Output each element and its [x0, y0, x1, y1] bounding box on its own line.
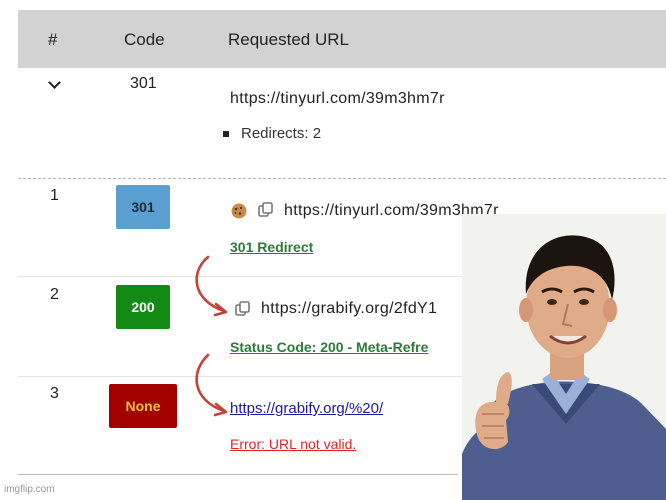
row-index: 3	[50, 385, 59, 402]
chevron-down-icon[interactable]	[48, 76, 61, 89]
summary-url: https://tinyurl.com/39m3hm7r	[230, 90, 445, 107]
row-url[interactable]: https://grabify.org/2fdY1	[261, 300, 437, 318]
column-header-code: Code	[124, 30, 165, 49]
table-bottom-border	[18, 474, 458, 475]
redirect-arrow-icon	[195, 255, 228, 317]
thumbs-up-man-photo	[462, 214, 666, 500]
row-index: 2	[50, 286, 59, 303]
row-url[interactable]: https://grabify.org/%20/	[230, 400, 383, 417]
status-badge-200: 200	[116, 285, 170, 329]
row-index: 1	[50, 187, 59, 204]
summary-code: 301	[130, 75, 157, 92]
status-badge-301: 301	[116, 185, 170, 229]
status-link[interactable]: 301 Redirect	[230, 239, 313, 255]
column-header-url: Requested URL	[228, 30, 349, 49]
status-link[interactable]: Status Code: 200 - Meta-Refre	[230, 339, 428, 355]
row-divider	[18, 178, 666, 179]
status-badge-none: None	[109, 384, 177, 428]
bullet-icon	[223, 131, 229, 138]
cookie-icon	[231, 203, 247, 219]
copy-icon[interactable]	[257, 201, 275, 219]
redirects-count: Redirects: 2	[223, 125, 321, 142]
watermark-text: imgflip.com	[4, 484, 55, 495]
redirect-arrow-icon	[195, 353, 228, 417]
column-header-index: #	[48, 30, 58, 49]
table-header: # Code Requested URL	[18, 10, 666, 68]
error-message: Error: URL not valid.	[230, 436, 357, 452]
